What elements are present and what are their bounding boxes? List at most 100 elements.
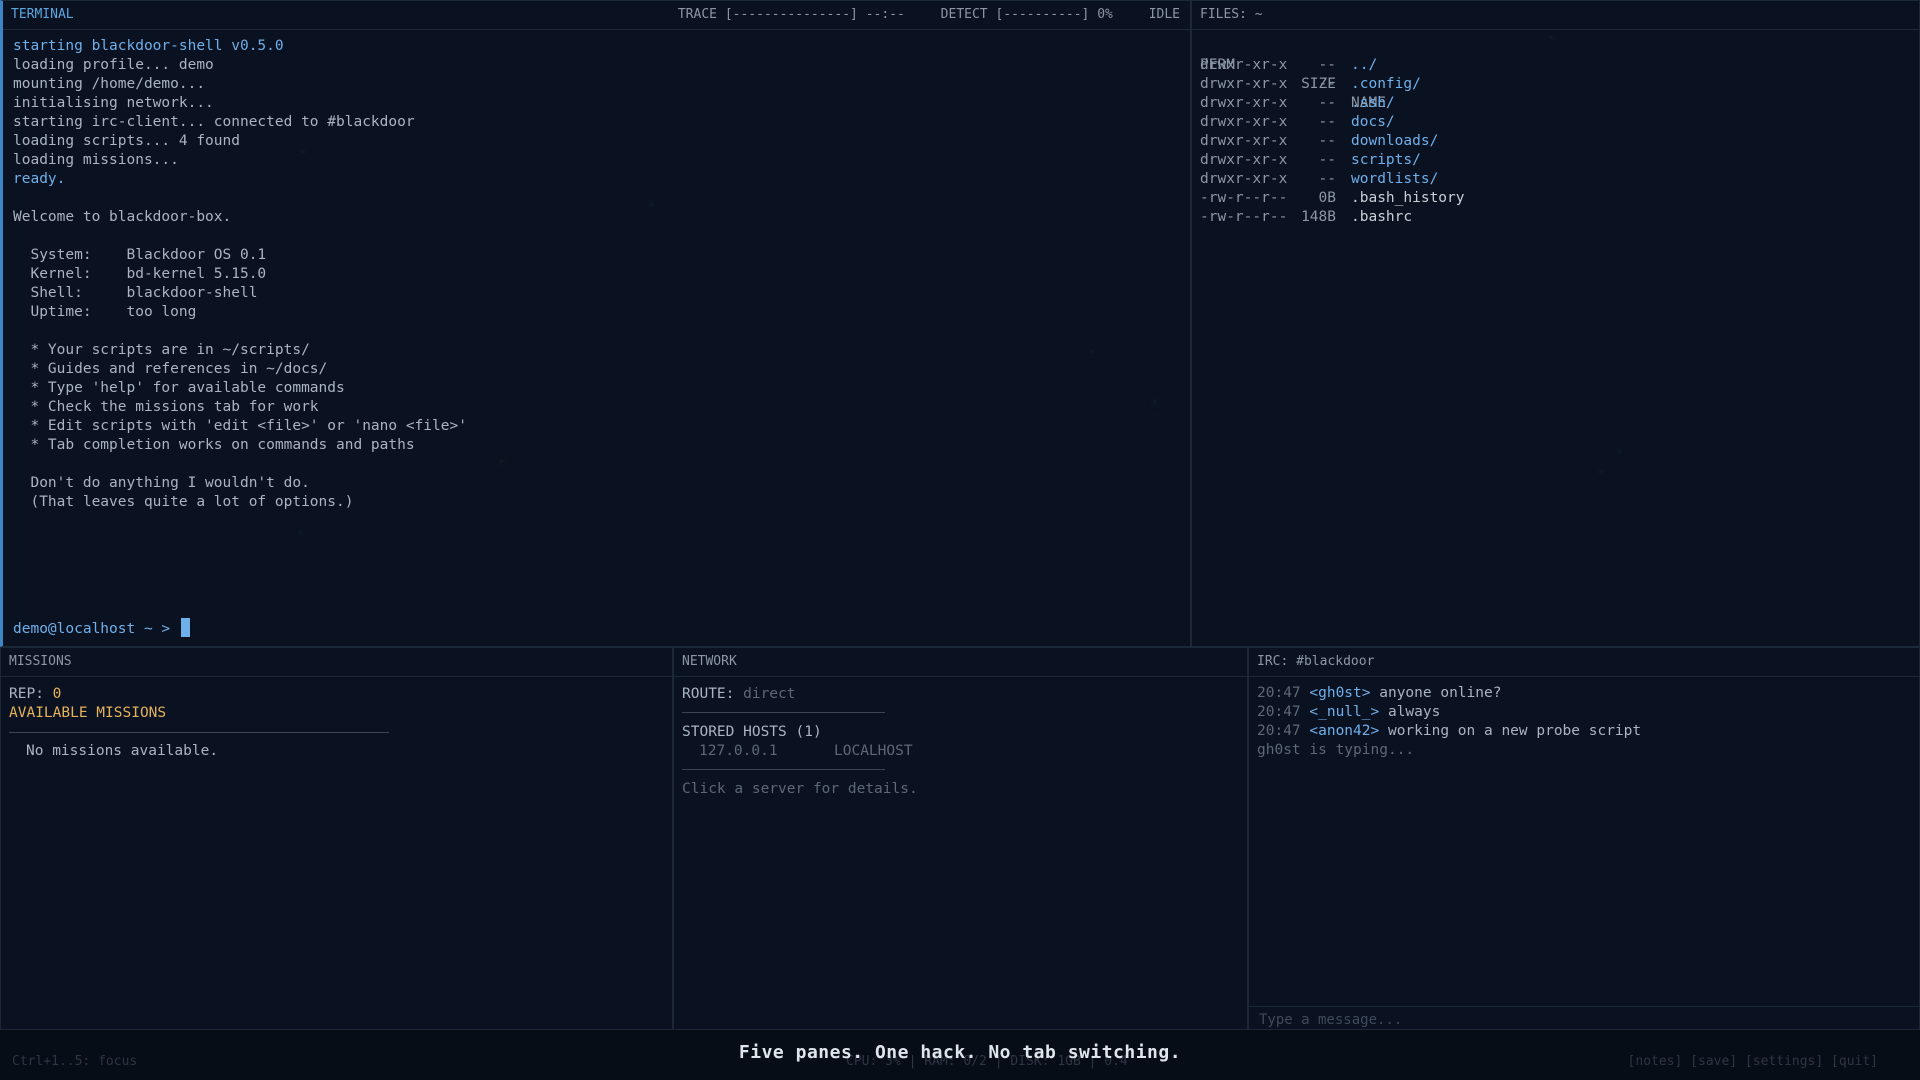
terminal-line: System: Blackdoor OS 0.1 — [13, 247, 267, 263]
file-size: -- — [1318, 114, 1336, 130]
file-name: .config/ — [1351, 76, 1421, 92]
terminal-output: starting blackdoor-shell v0.5.0 loading p… — [13, 37, 1180, 512]
irc-input-bar — [1249, 1006, 1919, 1029]
terminal-pane[interactable]: TERMINAL TRACE [---------------] --:-- D… — [0, 0, 1191, 647]
terminal-line: initialising network... — [13, 95, 214, 111]
network-title: NETWORK — [682, 654, 737, 669]
file-row[interactable]: drwxr-xr-x -- .config/ — [1200, 75, 1720, 94]
terminal-line: Welcome to blackdoor-box. — [13, 209, 232, 225]
file-row[interactable]: -rw-r--r-- 148B .bashrc — [1200, 208, 1720, 227]
terminal-line: * Tab completion works on commands and p… — [13, 437, 415, 453]
file-name: wordlists/ — [1351, 171, 1439, 187]
missions-body: REP: 0 AVAILABLE MISSIONS No missions av… — [9, 685, 389, 761]
file-perm: drwxr-xr-x — [1200, 152, 1288, 168]
terminal-line: * Edit scripts with 'edit <file>' or 'na… — [13, 418, 467, 434]
terminal-line: loading profile... demo — [13, 57, 214, 73]
route: ROUTE: direct — [682, 685, 918, 704]
file-size: -- — [1318, 57, 1336, 73]
file-size: -- — [1318, 152, 1336, 168]
terminal-line: Don't do anything I wouldn't do. — [13, 475, 310, 491]
missions-title: MISSIONS — [9, 654, 72, 669]
message-nick[interactable]: <_null_> — [1309, 704, 1379, 720]
message-text: anyone online? — [1370, 685, 1502, 701]
terminal-line: (That leaves quite a lot of options.) — [13, 494, 354, 510]
file-name: ../ — [1351, 57, 1378, 73]
terminal-line: * Your scripts are in ~/scripts/ — [13, 342, 310, 358]
files-header: FILES: ~ — [1192, 1, 1919, 30]
terminal-prompt: demo@localhost ~ > — [13, 621, 179, 637]
no-missions-text: No missions available. — [26, 743, 219, 759]
file-perm: -rw-r--r-- — [1200, 190, 1288, 206]
terminal-line: * Type 'help' for available commands — [13, 380, 345, 396]
irc-pane: IRC: #blackdoor 20:47 <gh0st> anyone onl… — [1248, 647, 1920, 1030]
network-header: NETWORK — [674, 648, 1247, 677]
terminal-line: Uptime: too long — [13, 304, 197, 320]
file-perm: drwxr-xr-x — [1200, 133, 1288, 149]
file-row[interactable]: -rw-r--r-- 0B .bash_history — [1200, 189, 1720, 208]
file-row[interactable]: drwxr-xr-x -- scripts/ — [1200, 151, 1720, 170]
message-text: always — [1379, 704, 1441, 720]
typing-indicator: gh0st is typing... — [1257, 742, 1415, 758]
message-text: working on a new probe script — [1379, 723, 1642, 739]
file-row[interactable]: drwxr-xr-x -- ../ — [1200, 56, 1720, 75]
terminal-line: starting irc-client... connected to #bla… — [13, 114, 415, 130]
terminal-line: Shell: blackdoor-shell — [13, 285, 258, 301]
terminal-cursor — [180, 618, 190, 637]
network-pane: NETWORK ROUTE: direct STORED HOSTS (1) 1… — [673, 647, 1248, 1030]
file-perm: drwxr-xr-x — [1200, 114, 1288, 130]
file-size: -- — [1318, 95, 1336, 111]
file-perm: drwxr-xr-x — [1200, 57, 1288, 73]
message-nick[interactable]: <anon42> — [1309, 723, 1379, 739]
terminal-status: TRACE [---------------] --:-- DETECT [--… — [650, 1, 1180, 29]
detect-indicator: DETECT [----------] 0% — [940, 7, 1113, 22]
terminal-line: Kernel: bd-kernel 5.15.0 — [13, 266, 267, 282]
route-value: direct — [743, 686, 796, 702]
file-size: -- — [1318, 76, 1336, 92]
terminal-line: loading scripts... 4 found — [13, 133, 240, 149]
file-perm: drwxr-xr-x — [1200, 171, 1288, 187]
file-size: -- — [1318, 133, 1336, 149]
terminal-title: TERMINAL — [11, 7, 74, 22]
irc-message: 20:47 <anon42> working on a new probe sc… — [1257, 722, 1641, 741]
terminal-line: mounting /home/demo... — [13, 76, 206, 92]
file-perm: -rw-r--r-- — [1200, 209, 1288, 225]
terminal-prompt-line[interactable]: demo@localhost ~ > — [13, 618, 190, 637]
irc-title: IRC: #blackdoor — [1257, 654, 1375, 669]
file-row[interactable]: drwxr-xr-x -- downloads/ — [1200, 132, 1720, 151]
divider — [9, 732, 389, 733]
file-row[interactable]: drwxr-xr-x -- wordlists/ — [1200, 170, 1720, 189]
divider — [682, 712, 885, 713]
host-ip: 127.0.0.1 — [699, 743, 778, 759]
network-body: ROUTE: direct STORED HOSTS (1) 127.0.0.1… — [682, 685, 918, 799]
terminal-line: ready. — [13, 171, 66, 187]
rep-value: 0 — [52, 686, 62, 702]
file-list: PERM SIZE NAME drwxr-xr-x -- ../drwxr-xr-x… — [1200, 37, 1720, 227]
divider — [682, 769, 885, 770]
file-name: .ssh/ — [1351, 95, 1395, 111]
state-indicator: IDLE — [1148, 7, 1180, 22]
file-row[interactable]: drwxr-xr-x -- docs/ — [1200, 113, 1720, 132]
message-time: 20:47 — [1257, 704, 1301, 720]
network-hint: Click a server for details. — [682, 781, 918, 797]
message-nick[interactable]: <gh0st> — [1309, 685, 1370, 701]
irc-message-input[interactable] — [1257, 1011, 1901, 1029]
message-time: 20:47 — [1257, 685, 1301, 701]
host-name: LOCALHOST — [834, 743, 913, 759]
file-name: downloads/ — [1351, 133, 1439, 149]
stored-hosts-heading: STORED HOSTS (1) — [682, 724, 822, 740]
reputation: REP: 0 — [9, 685, 389, 704]
terminal-header: TERMINAL TRACE [---------------] --:-- D… — [3, 1, 1190, 30]
message-time: 20:47 — [1257, 723, 1301, 739]
file-size: -- — [1318, 171, 1336, 187]
host-row[interactable]: 127.0.0.1 LOCALHOST — [682, 742, 918, 761]
trace-indicator: TRACE [---------------] --:-- — [677, 7, 905, 22]
file-row[interactable]: drwxr-xr-x -- .ssh/ — [1200, 94, 1720, 113]
caption: Five panes. One hack. No tab switching. — [738, 1042, 1182, 1063]
irc-message: 20:47 <gh0st> anyone online? — [1257, 684, 1641, 703]
terminal-line: * Guides and references in ~/docs/ — [13, 361, 328, 377]
missions-header: MISSIONS — [1, 648, 672, 677]
irc-header: IRC: #blackdoor — [1249, 648, 1919, 677]
file-name: .bashrc — [1351, 209, 1413, 225]
